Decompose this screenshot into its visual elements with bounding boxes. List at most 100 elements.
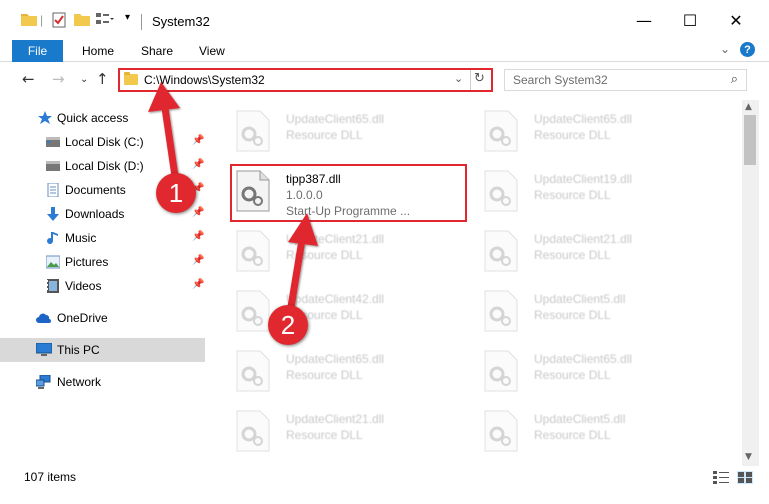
list-item[interactable]: UpdateClient5.dll Resource DLL bbox=[476, 284, 716, 340]
pin-icon[interactable]: 📌 bbox=[192, 207, 204, 218]
scroll-up-icon[interactable]: ▲ bbox=[745, 102, 752, 112]
pin-icon[interactable]: 📌 bbox=[192, 135, 204, 146]
window-title: System32 bbox=[152, 14, 210, 29]
title-bar: | ▾ System32 — ☐ ✕ bbox=[0, 0, 769, 40]
file-type: Resource DLL bbox=[534, 128, 611, 142]
tab-home[interactable]: Home bbox=[82, 44, 114, 58]
sidebar-item-label: Pictures bbox=[65, 255, 109, 269]
expand-ribbon-icon[interactable]: ⌄ bbox=[720, 42, 730, 56]
documents-icon bbox=[47, 183, 59, 197]
list-item[interactable]: UpdateClient65.dll Resource DLL bbox=[476, 344, 716, 400]
sidebar-item-pictures[interactable]: Pictures 📌 bbox=[0, 250, 205, 274]
forward-arrow-icon[interactable]: → bbox=[52, 70, 65, 88]
sidebar-item-onedrive[interactable]: OneDrive bbox=[0, 306, 205, 330]
star-icon bbox=[38, 111, 52, 124]
vertical-scrollbar[interactable]: ▲ ▼ bbox=[742, 100, 759, 466]
dll-file-icon bbox=[484, 170, 518, 212]
file-name: UpdateClient65.dll bbox=[286, 112, 385, 126]
refresh-icon[interactable]: ↻ bbox=[474, 71, 485, 86]
music-icon bbox=[47, 232, 58, 245]
sidebar-item-label: Local Disk (D:) bbox=[65, 159, 144, 173]
dll-file-icon bbox=[236, 350, 270, 392]
list-item[interactable]: UpdateClient42.dll Resource DLL bbox=[228, 284, 468, 340]
list-item[interactable]: UpdateClient21.dll Resource DLL bbox=[228, 404, 468, 460]
address-path[interactable]: C:\Windows\System32 bbox=[144, 73, 265, 87]
sidebar-item-this-pc[interactable]: This PC bbox=[0, 338, 205, 362]
dll-file-icon bbox=[484, 290, 518, 332]
maximize-button[interactable]: ☐ bbox=[667, 0, 713, 40]
customize-toolbar-icon[interactable] bbox=[96, 12, 114, 26]
dll-file-icon bbox=[484, 350, 518, 392]
recent-locations-icon[interactable]: ⌄ bbox=[80, 74, 88, 85]
file-type: Resource DLL bbox=[286, 368, 363, 382]
tab-share[interactable]: Share bbox=[141, 44, 173, 58]
file-name: UpdateClient21.dll bbox=[286, 412, 385, 426]
file-name: UpdateClient5.dll bbox=[534, 412, 626, 426]
file-type: Resource DLL bbox=[534, 248, 611, 262]
divider bbox=[470, 70, 471, 90]
pin-icon[interactable]: 📌 bbox=[192, 279, 204, 290]
file-type: Resource DLL bbox=[534, 188, 611, 202]
scroll-down-icon[interactable]: ▼ bbox=[745, 452, 752, 462]
folder-icon bbox=[21, 14, 37, 26]
file-name: UpdateClient21.dll bbox=[534, 232, 633, 246]
pin-icon[interactable]: 📌 bbox=[192, 159, 204, 170]
ribbon-tabs: File Home Share View ⌄ ? bbox=[0, 40, 769, 62]
file-type: Resource DLL bbox=[534, 428, 611, 442]
tab-view[interactable]: View bbox=[199, 44, 225, 58]
sidebar-item-label: Local Disk (C:) bbox=[65, 135, 144, 149]
help-icon[interactable]: ? bbox=[740, 42, 755, 57]
separator: | bbox=[40, 13, 44, 27]
sidebar-item-videos[interactable]: Videos 📌 bbox=[0, 274, 205, 298]
search-box[interactable]: Search System32 ⌕ bbox=[504, 69, 747, 91]
file-type: Resource DLL bbox=[286, 248, 363, 262]
list-item[interactable]: UpdateClient65.dll Resource DLL bbox=[476, 104, 716, 160]
scroll-thumb[interactable] bbox=[744, 115, 756, 165]
details-view-icon[interactable] bbox=[713, 471, 729, 484]
back-arrow-icon[interactable]: ← bbox=[22, 70, 35, 88]
sidebar-item-label: Network bbox=[57, 375, 102, 389]
large-icons-view-icon[interactable] bbox=[737, 471, 753, 484]
address-bar[interactable]: C:\Windows\System32 ⌄ ↻ bbox=[118, 68, 493, 92]
title-separator bbox=[141, 14, 142, 30]
item-count: 107 items bbox=[24, 470, 77, 484]
chevron-down-icon[interactable]: ⌄ bbox=[454, 72, 463, 85]
sidebar-item-label: Documents bbox=[65, 183, 126, 197]
search-icon[interactable]: ⌕ bbox=[731, 72, 738, 87]
sidebar-item-network[interactable]: Network bbox=[0, 370, 205, 394]
file-highlight-box bbox=[230, 164, 467, 222]
list-item[interactable]: UpdateClient21.dll Resource DLL bbox=[228, 224, 468, 280]
search-input[interactable]: Search System32 bbox=[513, 73, 608, 87]
file-type: Resource DLL bbox=[534, 368, 611, 382]
pictures-icon bbox=[46, 255, 60, 269]
list-item[interactable]: UpdateClient21.dll Resource DLL bbox=[476, 224, 716, 280]
pin-icon[interactable]: 📌 bbox=[192, 255, 204, 266]
navigation-pane: Quick access Local Disk (C:) 📌 Local Dis… bbox=[0, 100, 205, 466]
dll-file-icon bbox=[236, 410, 270, 452]
list-item[interactable]: UpdateClient5.dll Resource DLL bbox=[476, 404, 716, 460]
tab-file[interactable]: File bbox=[12, 40, 63, 62]
download-icon bbox=[47, 207, 59, 221]
quick-access-dropdown-icon[interactable]: ▾ bbox=[125, 12, 130, 23]
close-button[interactable]: ✕ bbox=[713, 0, 759, 40]
status-bar: 107 items bbox=[0, 466, 769, 504]
file-name: UpdateClient65.dll bbox=[534, 112, 633, 126]
folder-icon bbox=[124, 72, 138, 85]
properties-icon[interactable] bbox=[52, 12, 66, 28]
sidebar-item-label: OneDrive bbox=[57, 311, 108, 325]
sidebar-item-label: Music bbox=[65, 231, 97, 245]
sidebar-item-label: This PC bbox=[57, 343, 100, 357]
sidebar-item-quick-access[interactable]: Quick access bbox=[0, 106, 205, 130]
computer-icon bbox=[36, 343, 52, 356]
new-folder-icon[interactable] bbox=[74, 12, 90, 26]
list-item[interactable]: UpdateClient65.dll Resource DLL bbox=[228, 344, 468, 400]
sidebar-item-music[interactable]: Music 📌 bbox=[0, 226, 205, 250]
list-item[interactable]: UpdateClient19.dll Resource DLL bbox=[476, 164, 716, 220]
cloud-icon bbox=[36, 313, 51, 323]
up-arrow-icon[interactable]: ↑ bbox=[96, 70, 109, 88]
sidebar-item-local-disk-c[interactable]: Local Disk (C:) 📌 bbox=[0, 130, 205, 154]
list-item[interactable]: UpdateClient65.dll Resource DLL bbox=[228, 104, 468, 160]
pin-icon[interactable]: 📌 bbox=[192, 231, 204, 242]
step-1-badge: 1 bbox=[156, 173, 196, 213]
minimize-button[interactable]: — bbox=[621, 0, 667, 40]
